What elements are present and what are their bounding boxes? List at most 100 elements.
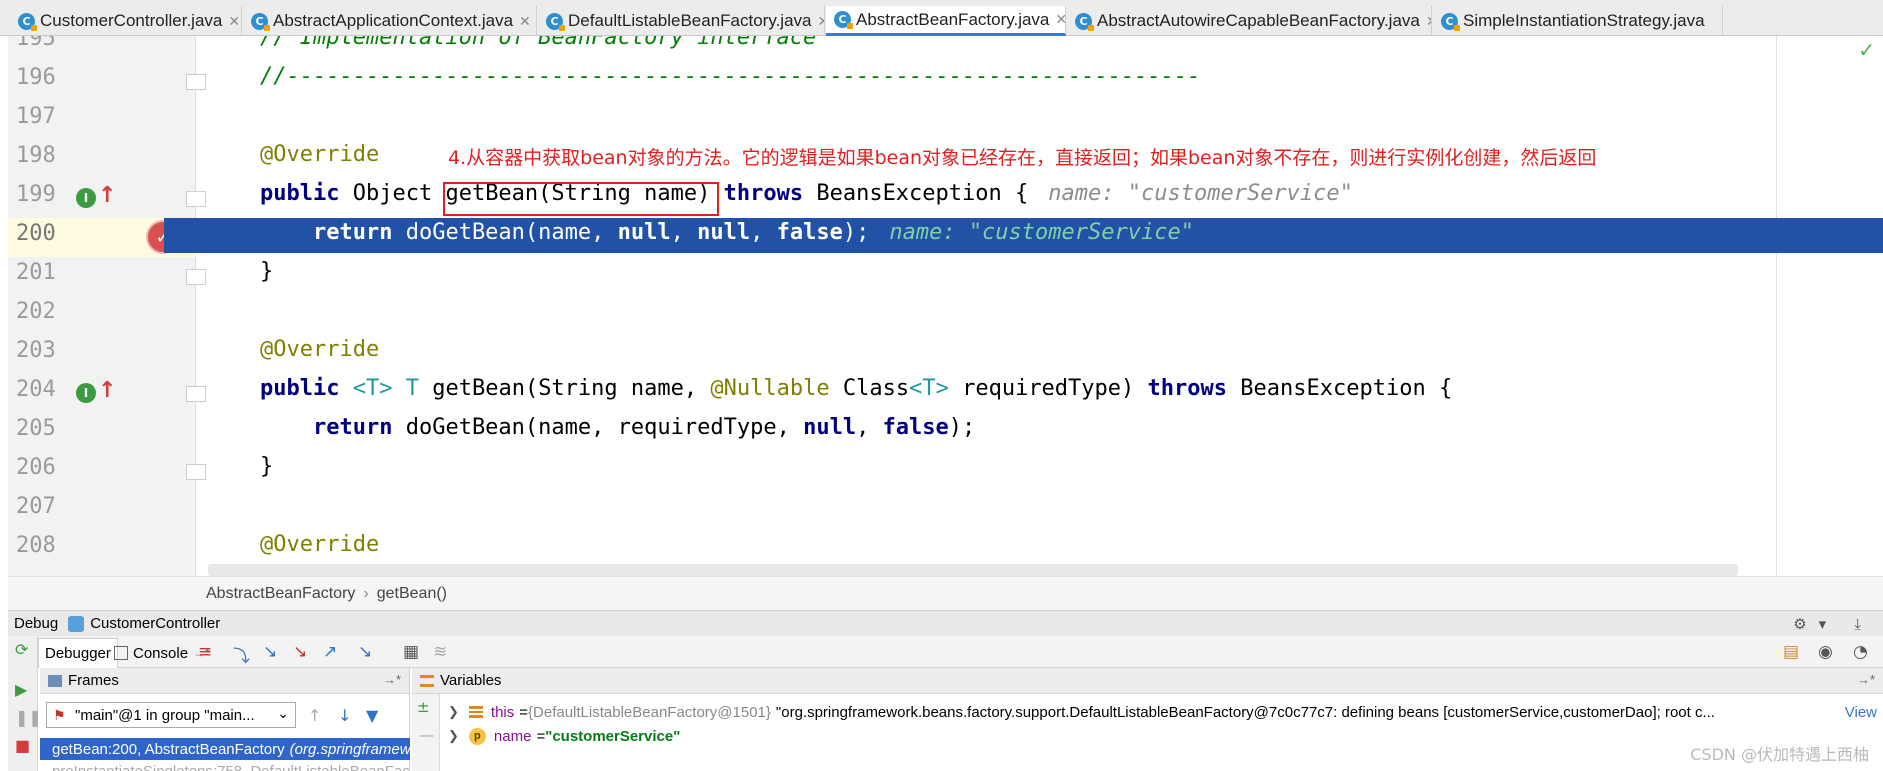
tab-label: Console — [133, 644, 189, 662]
stop-icon[interactable]: ■ — [15, 736, 30, 755]
debug-config-name[interactable]: CustomerController — [90, 615, 220, 632]
close-icon[interactable]: ✕ — [1426, 13, 1431, 30]
code-line: 207 — [8, 491, 1883, 530]
class-icon: C — [251, 12, 270, 31]
tab-abstract-application-context[interactable]: C AbstractApplicationContext.java ✕ — [243, 6, 537, 36]
remove-watch-icon[interactable]: — — [419, 726, 434, 744]
tab-abstract-bean-factory[interactable]: C AbstractBeanFactory.java ✕ — [826, 6, 1066, 36]
class-icon: C — [546, 12, 565, 31]
frame-method: preInstantiateSingletons:758, DefaultLis… — [52, 762, 410, 771]
tab-label: AbstractApplicationContext.java — [273, 11, 514, 30]
frames-panel: Frames →* ⚑ "main"@1 in group "main... ⌄… — [40, 668, 410, 771]
comment: // Implementation of BeanFactory interfa… — [260, 36, 817, 50]
editor-tab-bar: C CustomerController.java ✕ C AbstractAp… — [0, 0, 1883, 36]
implements-icon[interactable]: I — [76, 383, 96, 403]
debug-tool-window-header: Debug CustomerController ⚙▾ ⤓ — [8, 610, 1883, 636]
breadcrumb-class[interactable]: AbstractBeanFactory — [206, 585, 355, 603]
restore-layout-icon[interactable]: ▤ — [1783, 642, 1799, 662]
override-arrow-icon[interactable]: ↑ — [98, 378, 116, 403]
annotation: @Nullable — [710, 376, 830, 401]
frames-header: Frames →* — [40, 668, 409, 694]
tab-debugger[interactable]: Debugger — [38, 638, 118, 668]
line-number: 205 — [16, 416, 56, 441]
exception-type: BeansException { — [803, 181, 1029, 206]
fold-marker[interactable] — [186, 269, 206, 285]
parameter: requiredType) — [948, 376, 1148, 401]
filter-icon[interactable]: ▼ — [366, 706, 378, 725]
override-arrow-icon[interactable]: ↑ — [98, 183, 116, 208]
code-line: 199 I ↑ public Object getBean(String nam… — [8, 179, 1883, 218]
keyword: public — [260, 181, 340, 206]
tab-abstract-autowire-capable-bean-factory[interactable]: C AbstractAutowireCapableBeanFactory.jav… — [1067, 6, 1432, 36]
add-watch-icon[interactable]: ± — [417, 698, 430, 716]
breadcrumb-method[interactable]: getBean() — [377, 585, 447, 603]
close-icon[interactable]: ✕ — [519, 13, 531, 30]
code-line: 202 — [8, 296, 1883, 335]
line-number: 198 — [16, 143, 56, 168]
type: Class — [829, 376, 910, 401]
chevron-right-icon[interactable]: ❯ — [448, 704, 459, 720]
frame-package: (org.springframework.beans.factory.suppo… — [289, 740, 410, 758]
evaluate-expression-icon[interactable]: ▦ — [403, 642, 419, 662]
implements-icon[interactable]: I — [76, 188, 96, 208]
code-text: public <T> T getBean(String name, @Nulla… — [260, 376, 1452, 401]
variables-icon — [420, 674, 434, 687]
memory-icon[interactable]: ◔ — [1853, 642, 1868, 662]
step-into-icon[interactable]: ↘ — [263, 642, 277, 662]
code-line: 195 // Implementation of BeanFactory int… — [8, 36, 1883, 62]
tab-default-listable-bean-factory[interactable]: C DefaultListableBeanFactory.java ✕ — [538, 6, 825, 36]
code-text: // Implementation of BeanFactory interfa… — [260, 36, 816, 50]
step-over-icon[interactable]: ⤵ — [233, 642, 250, 667]
fold-marker[interactable] — [186, 386, 206, 402]
fold-marker[interactable] — [186, 464, 206, 480]
chevron-right-icon[interactable]: ❯ — [448, 728, 459, 744]
variable-row[interactable]: ❯ this = {DefaultListableBeanFactory@150… — [448, 700, 1868, 724]
exception-type: BeansException { — [1227, 376, 1453, 401]
settings-icon[interactable]: ◉ — [1818, 642, 1833, 662]
rerun-icon[interactable]: ⟳ — [15, 640, 28, 659]
breadcrumb-separator: › — [363, 584, 369, 602]
resume-icon[interactable]: ▶ — [15, 680, 27, 699]
comment: //--------------------------------------… — [260, 64, 1201, 89]
frame-row[interactable]: preInstantiateSingletons:758, DefaultLis… — [40, 760, 410, 771]
fold-marker[interactable] — [186, 74, 206, 90]
variable-value: "customerService" — [545, 727, 681, 745]
step-out-icon[interactable]: ↗ — [323, 642, 337, 662]
code-editor[interactable]: ✓ 195 // Implementation of BeanFactory i… — [8, 36, 1883, 576]
pin-icon[interactable]: →* — [383, 672, 401, 687]
close-icon[interactable]: ✕ — [228, 13, 240, 30]
tab-label: CustomerController.java — [40, 11, 223, 30]
explanation-note: 4.从容器中获取bean对象的方法。它的逻辑是如果bean对象已经存在，直接返回… — [448, 147, 1597, 169]
line-number: 195 — [16, 36, 56, 51]
tab-simple-instantiation-strategy[interactable]: C SimpleInstantiationStrategy.java — [1433, 6, 1723, 36]
next-frame-icon[interactable]: ↓ — [338, 706, 351, 725]
pause-icon[interactable]: ❚❚ — [15, 708, 42, 727]
keyword: false — [882, 415, 949, 440]
line-number: 196 — [16, 65, 56, 90]
force-step-into-icon[interactable]: ↘ — [293, 642, 307, 662]
keyword: return — [312, 220, 393, 245]
line-number: 199 — [16, 182, 56, 207]
thread-selector[interactable]: ⚑ "main"@1 in group "main... ⌄ — [46, 702, 296, 728]
chevron-down-icon: ⌄ — [277, 705, 289, 721]
run-to-cursor-icon[interactable]: ↘ — [358, 642, 372, 662]
show-execution-point-icon[interactable]: ≡ — [198, 642, 212, 662]
variable-row[interactable]: ❯ p name = "customerService" — [448, 724, 1868, 748]
gear-icon[interactable]: ⚙▾ ⤓ — [1793, 615, 1873, 633]
trace-icon[interactable]: ≋ — [433, 642, 447, 662]
horizontal-scrollbar[interactable] — [208, 564, 1738, 576]
thread-flag-icon: ⚑ — [53, 707, 66, 723]
close-icon[interactable]: ✕ — [1055, 11, 1065, 28]
fold-marker[interactable] — [186, 191, 206, 207]
close-icon[interactable]: ✕ — [818, 13, 825, 30]
annotation: @Override — [260, 142, 380, 167]
line-number: 204 — [16, 377, 56, 402]
line-number: 197 — [16, 104, 56, 129]
tab-customer-controller[interactable]: C CustomerController.java ✕ — [10, 6, 242, 36]
panel-title: Variables — [440, 672, 502, 689]
frame-row[interactable]: getBean:200, AbstractBeanFactory (org.sp… — [40, 738, 410, 760]
view-link[interactable]: View — [1845, 704, 1877, 721]
pin-icon[interactable]: →* — [1857, 672, 1875, 687]
previous-frame-icon[interactable]: ↑ — [308, 706, 321, 725]
code-line: 205 return doGetBean(name, requiredType,… — [8, 413, 1883, 452]
